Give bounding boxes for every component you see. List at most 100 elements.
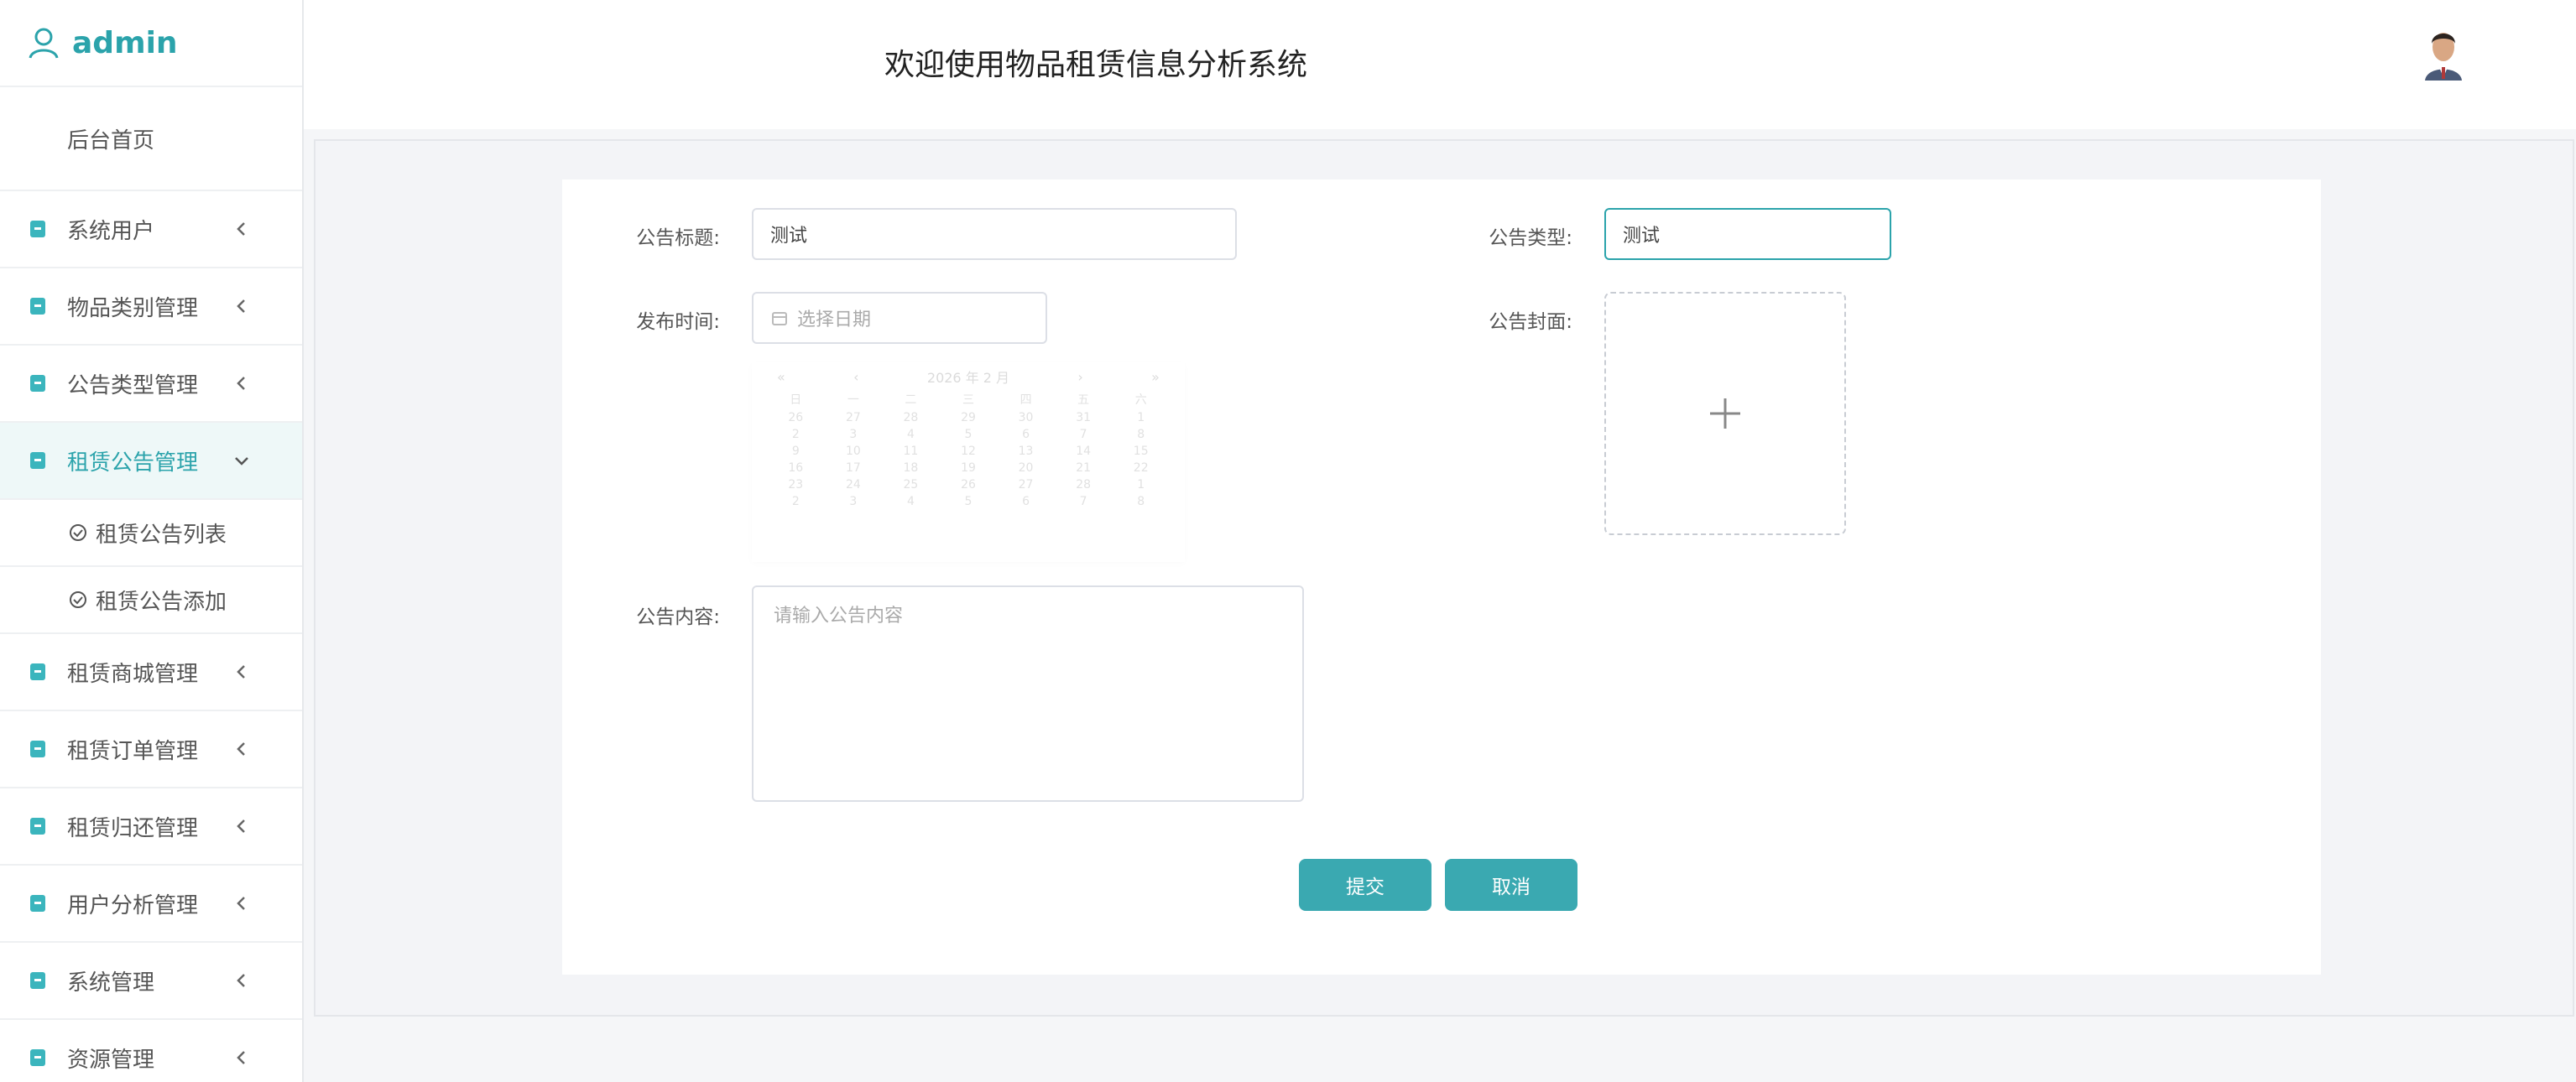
sidebar-item-rental-mall[interactable]: 租赁商城管理 (0, 634, 302, 711)
sidebar-subitem-notice-list[interactable]: 租赁公告列表 (0, 500, 302, 567)
calendar-day[interactable]: 28 (1055, 478, 1113, 492)
calendar-header: « ‹ 2026 年 2 月 › » (752, 362, 1185, 391)
calendar-weekday: 四 (1019, 393, 1032, 407)
sidebar-item-label: 系统管理 (67, 970, 155, 996)
content-textarea[interactable]: 请输入公告内容 (752, 585, 1304, 802)
calendar-weekday: 日 (790, 393, 802, 407)
calendar-day[interactable]: 28 (882, 411, 940, 424)
sidebar-subitem-label: 租赁公告列表 (96, 522, 227, 548)
document-icon (30, 1049, 45, 1066)
notice-type-input[interactable]: 测试 (1604, 208, 1891, 260)
document-icon (30, 221, 45, 237)
calendar-day[interactable]: 31 (1055, 411, 1113, 424)
cancel-button[interactable]: 取消 (1445, 859, 1577, 911)
calendar-day[interactable]: 10 (825, 445, 883, 458)
calendar-day[interactable]: 20 (997, 461, 1055, 475)
notice-title-input[interactable]: 测试 (752, 208, 1237, 260)
sidebar-item-system-manage[interactable]: 系统管理 (0, 943, 302, 1020)
calendar-day[interactable]: 21 (1055, 461, 1113, 475)
publish-time-placeholder: 选择日期 (797, 310, 872, 330)
sidebar-item-label: 租赁归还管理 (67, 815, 199, 841)
calendar-day[interactable]: 19 (940, 461, 998, 475)
calendar-day[interactable]: 5 (940, 428, 998, 441)
sidebar-subitem-notice-add[interactable]: 租赁公告添加 (0, 567, 302, 634)
calendar-day[interactable]: 23 (767, 478, 825, 492)
calendar-day[interactable]: 7 (1055, 495, 1113, 508)
calendar-day[interactable]: 17 (825, 461, 883, 475)
document-icon (30, 818, 45, 835)
publish-time-date-picker[interactable]: 选择日期 (752, 292, 1047, 344)
sidebar-logo: admin (0, 0, 302, 87)
plus-icon (1710, 398, 1740, 429)
sidebar-item-user-analysis[interactable]: 用户分析管理 (0, 866, 302, 943)
sidebar-item-item-category[interactable]: 物品类别管理 (0, 268, 302, 346)
calendar-month-label: 2026 年 2 月 (926, 370, 1010, 386)
submit-button[interactable]: 提交 (1299, 859, 1431, 911)
next-year-icon[interactable]: » (1151, 369, 1160, 385)
calendar-day[interactable]: 30 (997, 411, 1055, 424)
document-icon (30, 895, 45, 912)
calendar-weekday: 六 (1134, 393, 1147, 407)
prev-year-icon[interactable]: « (777, 369, 785, 385)
calendar-day[interactable]: 26 (940, 478, 998, 492)
date-picker-popup: « ‹ 2026 年 2 月 › » 日一二三四五六 26 27 28 29 30 31 1 2… (752, 362, 1185, 562)
calendar-day[interactable]: 27 (997, 478, 1055, 492)
chevron-left-icon (237, 377, 245, 390)
calendar-day[interactable]: 2 (767, 495, 825, 508)
sidebar: admin 后台首页 系统用户 物品类别管理 公告类型管理 租赁公告管理 租赁公… (0, 0, 304, 1082)
calendar-day[interactable]: 13 (997, 445, 1055, 458)
document-icon (30, 298, 45, 315)
calendar-day[interactable]: 18 (882, 461, 940, 475)
next-month-icon[interactable]: › (1077, 369, 1082, 385)
username: admin (72, 25, 178, 60)
calendar-day[interactable]: 1 (1112, 478, 1170, 492)
calendar-day[interactable]: 25 (882, 478, 940, 492)
calendar-day[interactable]: 6 (997, 428, 1055, 441)
calendar-day[interactable]: 3 (825, 428, 883, 441)
notice-title-label: 公告标题: (636, 227, 720, 249)
sidebar-item-label: 租赁公告管理 (67, 450, 199, 476)
calendar-day[interactable]: 5 (940, 495, 998, 508)
calendar-day[interactable]: 15 (1112, 445, 1170, 458)
calendar-day[interactable]: 3 (825, 495, 883, 508)
calendar-day[interactable]: 8 (1112, 495, 1170, 508)
document-icon (30, 741, 45, 757)
calendar-day[interactable]: 9 (767, 445, 825, 458)
calendar-grid: 日一二三四五六 26 27 28 29 30 31 1 2 3 4 5 6 7 8 9 10 11 12 13 14 15… (752, 391, 1185, 508)
calendar-day[interactable]: 7 (1055, 428, 1113, 441)
calendar-day[interactable]: 27 (825, 411, 883, 424)
calendar-day[interactable]: 24 (825, 478, 883, 492)
calendar-day[interactable]: 29 (940, 411, 998, 424)
content-label: 公告内容: (636, 606, 720, 628)
calendar-day[interactable]: 6 (997, 495, 1055, 508)
prev-month-icon[interactable]: ‹ (853, 369, 858, 385)
chevron-left-icon (237, 742, 245, 756)
sidebar-item-system-users[interactable]: 系统用户 (0, 191, 302, 268)
document-icon (30, 375, 45, 392)
sidebar-item-home[interactable]: 后台首页 (0, 87, 302, 191)
calendar-day[interactable]: 8 (1112, 428, 1170, 441)
calendar-day[interactable]: 11 (882, 445, 940, 458)
user-icon (29, 28, 59, 59)
avatar[interactable] (2420, 22, 2467, 81)
calendar-day[interactable]: 2 (767, 428, 825, 441)
calendar-day[interactable]: 26 (767, 411, 825, 424)
calendar-weekday: 一 (847, 393, 859, 407)
calendar-day[interactable]: 12 (940, 445, 998, 458)
cover-upload[interactable] (1604, 292, 1846, 535)
sidebar-item-rental-order[interactable]: 租赁订单管理 (0, 711, 302, 788)
sidebar-item-rental-notice[interactable]: 租赁公告管理 (0, 423, 302, 500)
sidebar-item-label: 公告类型管理 (67, 372, 199, 398)
calendar-day[interactable]: 1 (1112, 411, 1170, 424)
calendar-day[interactable]: 16 (767, 461, 825, 475)
calendar-day[interactable]: 4 (882, 495, 940, 508)
calendar-day[interactable]: 4 (882, 428, 940, 441)
calendar-weekday: 三 (962, 393, 974, 407)
calendar-day[interactable]: 22 (1112, 461, 1170, 475)
sidebar-item-resource-manage[interactable]: 资源管理 (0, 1020, 302, 1082)
sidebar-item-rental-return[interactable]: 租赁归还管理 (0, 788, 302, 866)
check-circle-icon (70, 524, 86, 541)
calendar-day[interactable]: 14 (1055, 445, 1113, 458)
sidebar-item-notice-type[interactable]: 公告类型管理 (0, 346, 302, 423)
chevron-left-icon (237, 222, 245, 236)
